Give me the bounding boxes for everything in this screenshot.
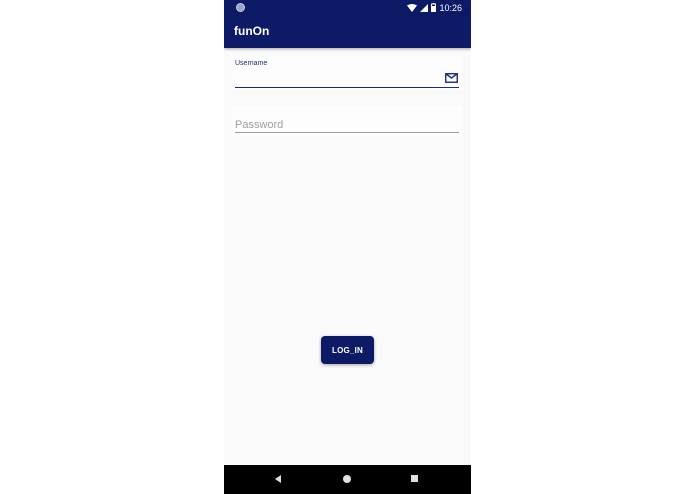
signal-icon <box>420 3 429 12</box>
username-field[interactable]: Username <box>232 56 462 90</box>
app-bar: funOn <box>224 15 471 48</box>
status-time: 10:26 <box>439 2 462 13</box>
password-placeholder: Password <box>235 119 284 131</box>
password-underline <box>235 132 459 133</box>
username-underline <box>235 87 459 88</box>
app-title: funOn <box>234 24 270 38</box>
mail-icon <box>445 73 458 83</box>
phone-screen: 10:26 funOn Username Password LOG_IN <box>224 0 471 494</box>
status-bar: 10:26 <box>224 0 471 15</box>
password-field[interactable]: Password <box>232 106 462 136</box>
status-indicators: 10:26 <box>407 1 462 14</box>
notification-icon <box>236 3 245 12</box>
recents-icon[interactable] <box>411 475 418 482</box>
wifi-icon <box>407 3 418 12</box>
navigation-bar <box>224 465 471 494</box>
username-input[interactable] <box>235 69 459 85</box>
battery-icon <box>431 3 437 12</box>
home-icon[interactable] <box>343 475 351 483</box>
back-icon[interactable] <box>275 475 281 483</box>
username-label: Username <box>235 60 268 67</box>
login-button[interactable]: LOG_IN <box>321 336 374 364</box>
